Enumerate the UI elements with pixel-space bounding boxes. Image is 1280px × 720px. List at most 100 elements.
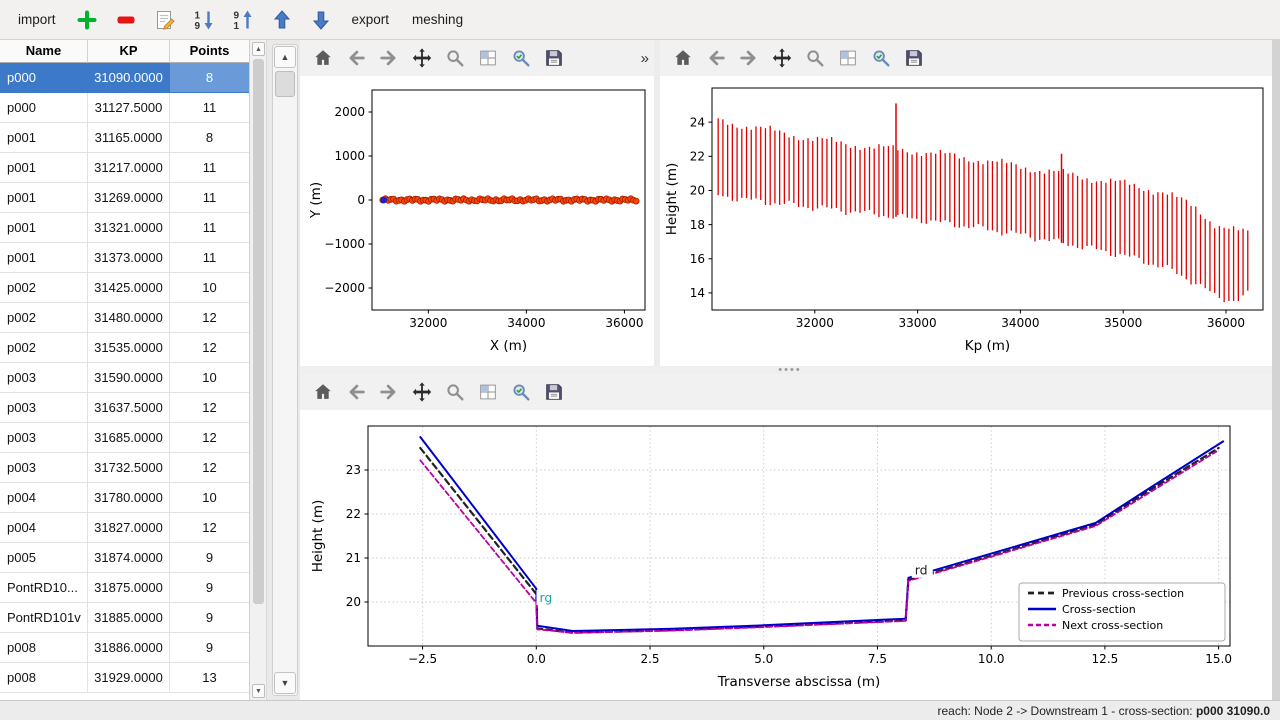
svg-text:Transverse abscissa (m): Transverse abscissa (m) <box>717 674 881 690</box>
subplots-button[interactable] <box>475 45 501 71</box>
customize-button[interactable] <box>868 45 894 71</box>
svg-text:22: 22 <box>346 507 361 521</box>
cross-sections-table: NameKPPointsp00031090.00008p00031127.500… <box>0 40 250 700</box>
panel-scroll-down-button[interactable]: ▼ <box>274 672 296 694</box>
meshing-button[interactable]: meshing <box>408 7 467 32</box>
zoom-button[interactable] <box>442 379 468 405</box>
table-row[interactable]: p00331637.500012 <box>0 393 249 423</box>
table-scrollbar-thumb[interactable] <box>253 59 264 604</box>
table-row[interactable]: p00831886.00009 <box>0 633 249 663</box>
sort-ascending-button[interactable]: 19 <box>192 8 216 32</box>
save-button[interactable] <box>541 45 567 71</box>
save-button[interactable] <box>541 379 567 405</box>
cell-name: p001 <box>0 153 88 183</box>
remove-cross-section-button[interactable] <box>114 8 138 32</box>
customize-button[interactable] <box>508 379 534 405</box>
table-row[interactable]: p00131321.000011 <box>0 213 249 243</box>
back-button[interactable] <box>703 45 729 71</box>
cross-section-toolbar <box>300 374 1280 410</box>
cell-points: 12 <box>170 423 250 453</box>
horizontal-splitter[interactable]: •••• <box>300 366 1280 374</box>
panel-scrollbar-thumb[interactable] <box>275 71 295 97</box>
pan-button[interactable] <box>409 379 435 405</box>
table-row[interactable]: p00531874.00009 <box>0 543 249 573</box>
cell-kp: 31929.0000 <box>88 663 170 693</box>
back-button[interactable] <box>343 45 369 71</box>
import-button[interactable]: import <box>14 7 60 32</box>
table-scroll-up-button[interactable]: ▲ <box>252 42 265 56</box>
pan-button[interactable] <box>409 45 435 71</box>
table-row[interactable]: PontRD101v31885.00009 <box>0 603 249 633</box>
cell-points: 11 <box>170 183 250 213</box>
move-down-button[interactable] <box>309 8 333 32</box>
table-row[interactable]: p00131165.00008 <box>0 123 249 153</box>
subplots-button[interactable] <box>835 45 861 71</box>
cell-kp: 31780.0000 <box>88 483 170 513</box>
save-icon <box>543 47 565 69</box>
back-icon <box>345 47 367 69</box>
pan-button[interactable] <box>769 45 795 71</box>
export-button[interactable]: export <box>348 7 394 32</box>
zoom-button[interactable] <box>442 45 468 71</box>
cell-name: p002 <box>0 273 88 303</box>
table-row[interactable]: p00031127.500011 <box>0 93 249 123</box>
svg-text:16: 16 <box>690 252 705 266</box>
cell-points: 8 <box>170 63 250 93</box>
svg-text:−2.5: −2.5 <box>408 652 437 666</box>
longitudinal-profile-canvas[interactable]: 3200033000340003500036000141618202224Kp … <box>660 76 1272 366</box>
svg-text:Cross-section: Cross-section <box>1062 603 1136 616</box>
subplots-icon <box>837 47 859 69</box>
table-row[interactable]: PontRD10...31875.00009 <box>0 573 249 603</box>
table-row[interactable]: p00831929.000013 <box>0 663 249 693</box>
add-cross-section-button[interactable] <box>75 8 99 32</box>
home-button[interactable] <box>670 45 696 71</box>
cell-kp: 31090.0000 <box>88 63 170 93</box>
home-button[interactable] <box>310 45 336 71</box>
cell-name: p002 <box>0 333 88 363</box>
cell-points: 12 <box>170 333 250 363</box>
customize-button[interactable] <box>508 45 534 71</box>
toolbar-overflow-chevron[interactable]: » <box>641 50 654 67</box>
column-header-kp[interactable]: KP <box>88 40 170 63</box>
table-row[interactable]: p00231425.000010 <box>0 273 249 303</box>
svg-text:0: 0 <box>357 193 365 207</box>
table-row[interactable]: p00331685.000012 <box>0 423 249 453</box>
sort-descending-button[interactable]: 91 <box>231 8 255 32</box>
table-row[interactable]: p00331590.000010 <box>0 363 249 393</box>
table-row[interactable]: p00031090.00008 <box>0 63 249 93</box>
forward-button[interactable] <box>736 45 762 71</box>
table-row[interactable]: p00231480.000012 <box>0 303 249 333</box>
table-row[interactable]: p00131269.000011 <box>0 183 249 213</box>
move-up-button[interactable] <box>270 8 294 32</box>
table-scrollbar[interactable]: ▲ ▼ <box>250 40 267 700</box>
table-row[interactable]: p00431780.000010 <box>0 483 249 513</box>
table-row[interactable]: p00231535.000012 <box>0 333 249 363</box>
subplots-button[interactable] <box>475 379 501 405</box>
plan-view-canvas[interactable]: 320003400036000−2000−1000010002000X (m)Y… <box>300 76 654 366</box>
cell-kp: 31637.5000 <box>88 393 170 423</box>
back-button[interactable] <box>343 379 369 405</box>
table-row[interactable]: p00131217.000011 <box>0 153 249 183</box>
forward-button[interactable] <box>376 379 402 405</box>
column-header-points[interactable]: Points <box>170 40 250 63</box>
svg-text:21: 21 <box>346 551 361 565</box>
table-row[interactable]: p00431827.000012 <box>0 513 249 543</box>
cell-name: p005 <box>0 543 88 573</box>
column-header-name[interactable]: Name <box>0 40 88 63</box>
table-scroll-down-button[interactable]: ▼ <box>252 684 265 698</box>
cross-section-canvas[interactable]: rgrdPrevious cross-sectionCross-sectionN… <box>300 410 1272 700</box>
window-edge-strip <box>1272 40 1280 700</box>
svg-text:35000: 35000 <box>1104 316 1142 330</box>
cell-kp: 31885.0000 <box>88 603 170 633</box>
home-button[interactable] <box>310 379 336 405</box>
table-row[interactable]: p00331732.500012 <box>0 453 249 483</box>
cell-kp: 31127.5000 <box>88 93 170 123</box>
edit-cross-section-button[interactable] <box>153 8 177 32</box>
forward-button[interactable] <box>376 45 402 71</box>
zoom-button[interactable] <box>802 45 828 71</box>
table-row[interactable]: p00131373.000011 <box>0 243 249 273</box>
save-button[interactable] <box>901 45 927 71</box>
cell-points: 11 <box>170 243 250 273</box>
panel-scroll-up-button[interactable]: ▲ <box>274 46 296 68</box>
panel-scrollbar[interactable]: ▲ ▼ <box>272 44 298 696</box>
